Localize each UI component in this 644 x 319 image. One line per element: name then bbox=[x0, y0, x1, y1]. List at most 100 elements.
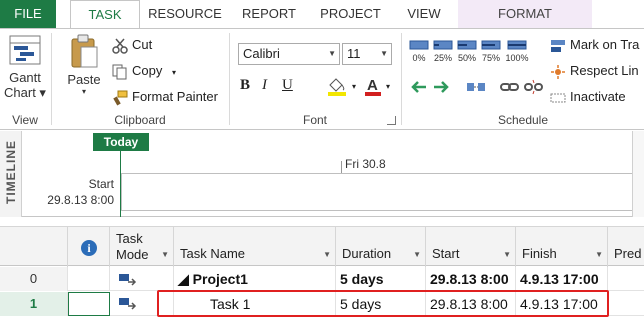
gantt-chart-label-line2: Chart ▾ bbox=[4, 85, 46, 100]
copy-dropdown-icon[interactable]: ▾ bbox=[172, 68, 176, 77]
row-finish-cell[interactable]: 4.9.13 17:00 bbox=[516, 292, 608, 316]
tab-report[interactable]: REPORT bbox=[235, 0, 303, 28]
copy-button[interactable]: Copy ▾ bbox=[112, 61, 176, 81]
font-color-dropdown-icon[interactable]: ▾ bbox=[386, 82, 390, 91]
today-marker: Today bbox=[93, 133, 149, 151]
header-finish[interactable]: Finish ▼ bbox=[516, 227, 608, 267]
timeline-start-label: Start bbox=[88, 177, 114, 191]
tab-task[interactable]: TASK bbox=[70, 0, 140, 29]
timeline-bar[interactable] bbox=[121, 173, 644, 211]
select-all-corner[interactable] bbox=[0, 227, 68, 267]
row-info-cell[interactable] bbox=[68, 292, 110, 316]
header-predecessors-label: Pred bbox=[614, 246, 642, 261]
paste-label: Paste bbox=[67, 72, 101, 87]
tab-project[interactable]: PROJECT bbox=[313, 0, 388, 28]
header-task-mode[interactable]: Task Mode ▼ bbox=[110, 227, 174, 267]
header-task-name-label: Task Name bbox=[180, 246, 246, 261]
format-painter-button[interactable]: Format Painter bbox=[112, 87, 218, 107]
percent-100-button[interactable]: 100% bbox=[504, 39, 530, 63]
paintbrush-icon bbox=[113, 90, 128, 106]
split-task-button[interactable] bbox=[466, 79, 486, 98]
font-color-button[interactable]: A ▾ bbox=[364, 75, 390, 96]
view-group: Gantt Chart ▾ View bbox=[0, 29, 50, 129]
inactivate-button[interactable]: Inactivate bbox=[550, 87, 626, 107]
percent-25-label: 25% bbox=[433, 53, 452, 63]
header-info[interactable]: i bbox=[68, 227, 110, 267]
percent-75-button[interactable]: 75% bbox=[480, 39, 502, 63]
tab-resource[interactable]: RESOURCE bbox=[143, 0, 227, 28]
split-task-icon bbox=[467, 83, 485, 91]
gantt-chart-icon bbox=[9, 35, 41, 65]
highlight-dropdown-icon[interactable]: ▾ bbox=[352, 82, 356, 91]
percent-75-label: 75% bbox=[481, 53, 500, 63]
percent-0-label: 0% bbox=[412, 53, 426, 63]
header-task-name[interactable]: Task Name ▼ bbox=[174, 227, 336, 267]
row-task-name-cell[interactable]: Task 1 bbox=[174, 292, 336, 316]
header-predecessors[interactable]: Pred bbox=[608, 227, 644, 267]
percent-25-icon bbox=[433, 40, 453, 50]
header-start[interactable]: Start ▼ bbox=[426, 227, 516, 267]
link-tasks-button[interactable] bbox=[500, 79, 520, 98]
paste-dropdown-icon[interactable]: ▾ bbox=[62, 87, 106, 96]
row-task-mode-cell[interactable] bbox=[110, 267, 174, 291]
header-duration[interactable]: Duration ▼ bbox=[336, 227, 426, 267]
percent-100-label: 100% bbox=[505, 53, 529, 63]
paste-button[interactable]: Paste ▾ bbox=[62, 33, 106, 96]
percent-50-icon bbox=[457, 40, 477, 50]
row-number[interactable]: 1 bbox=[0, 292, 68, 316]
copy-label: Copy bbox=[132, 63, 163, 78]
row-start-cell[interactable]: 29.8.13 8:00 bbox=[426, 292, 516, 316]
font-size-combo[interactable]: 11 ▼ bbox=[342, 43, 392, 65]
finish-filter-icon[interactable]: ▼ bbox=[595, 250, 603, 259]
cut-button[interactable]: Cut bbox=[112, 35, 152, 55]
font-name-value: Calibri bbox=[243, 46, 280, 61]
row-info-cell[interactable] bbox=[68, 267, 110, 291]
tab-file[interactable]: FILE bbox=[0, 0, 56, 28]
task-mode-filter-icon[interactable]: ▼ bbox=[161, 250, 169, 259]
table-row[interactable]: 1 Task 1 5 days 29.8.13 8:00 4.9.13 17:0… bbox=[0, 292, 644, 316]
table-row[interactable]: 0 ◢ Project1 5 days 29.8.13 8:00 4.9.13 … bbox=[0, 267, 644, 291]
inactivate-icon bbox=[550, 93, 566, 103]
font-dialog-launcher-icon[interactable] bbox=[387, 116, 396, 125]
timeline-pane[interactable]: TIMELINE Today Fri 30.8 Start 29.8.13 8:… bbox=[0, 131, 644, 217]
duration-filter-icon[interactable]: ▼ bbox=[413, 250, 421, 259]
underline-button[interactable]: U bbox=[282, 75, 293, 95]
bold-button[interactable]: B bbox=[240, 75, 250, 95]
tab-view[interactable]: VIEW bbox=[396, 0, 452, 28]
font-name-combo[interactable]: Calibri ▼ bbox=[238, 43, 340, 65]
timeline-scrollbar[interactable] bbox=[632, 131, 644, 217]
row-predecessors-cell[interactable] bbox=[608, 292, 644, 316]
font-name-dropdown-icon[interactable]: ▼ bbox=[328, 44, 336, 64]
outdent-button[interactable] bbox=[410, 79, 428, 98]
row-number[interactable]: 0 bbox=[0, 267, 68, 291]
header-duration-label: Duration bbox=[342, 246, 392, 261]
row-predecessors-cell[interactable] bbox=[608, 267, 644, 291]
paste-icon bbox=[71, 34, 98, 68]
percent-0-button[interactable]: 0% bbox=[408, 39, 430, 63]
percent-50-button[interactable]: 50% bbox=[456, 39, 478, 63]
highlight-color-button[interactable]: ▾ bbox=[326, 75, 356, 96]
tab-format[interactable]: FORMAT bbox=[458, 0, 592, 28]
row-duration-cell[interactable]: 5 days bbox=[336, 267, 426, 291]
ribbon-tab-bar: FILE TASK RESOURCE REPORT PROJECT VIEW F… bbox=[0, 0, 644, 29]
schedule-group-label: Schedule bbox=[497, 113, 549, 127]
row-finish-cell[interactable]: 4.9.13 17:00 bbox=[516, 267, 608, 291]
indent-button[interactable] bbox=[432, 79, 450, 98]
gantt-chart-button[interactable]: Gantt Chart ▾ bbox=[2, 33, 48, 101]
row-task-name-cell[interactable]: ◢ Project1 bbox=[174, 267, 336, 291]
start-filter-icon[interactable]: ▼ bbox=[503, 250, 511, 259]
row-task-mode-cell[interactable] bbox=[110, 292, 174, 316]
respect-links-button[interactable]: Respect Lin bbox=[550, 61, 639, 81]
italic-button[interactable]: I bbox=[262, 75, 267, 95]
percent-25-button[interactable]: 25% bbox=[432, 39, 454, 63]
font-color-icon: A bbox=[365, 77, 381, 96]
row-start-cell[interactable]: 29.8.13 8:00 bbox=[426, 267, 516, 291]
unlink-tasks-button[interactable] bbox=[524, 79, 544, 98]
mark-on-track-button[interactable]: Mark on Tra bbox=[550, 35, 639, 55]
timeline-start-date: 29.8.13 8:00 bbox=[47, 193, 114, 207]
task-name-filter-icon[interactable]: ▼ bbox=[323, 250, 331, 259]
row-duration-cell[interactable]: 5 days bbox=[336, 292, 426, 316]
schedule-group: 0% 25% 50% 75% 100% Mark on Tra Respect … bbox=[402, 29, 644, 129]
timeline-date-label: Fri 30.8 bbox=[345, 157, 386, 171]
font-size-dropdown-icon[interactable]: ▼ bbox=[380, 44, 388, 64]
